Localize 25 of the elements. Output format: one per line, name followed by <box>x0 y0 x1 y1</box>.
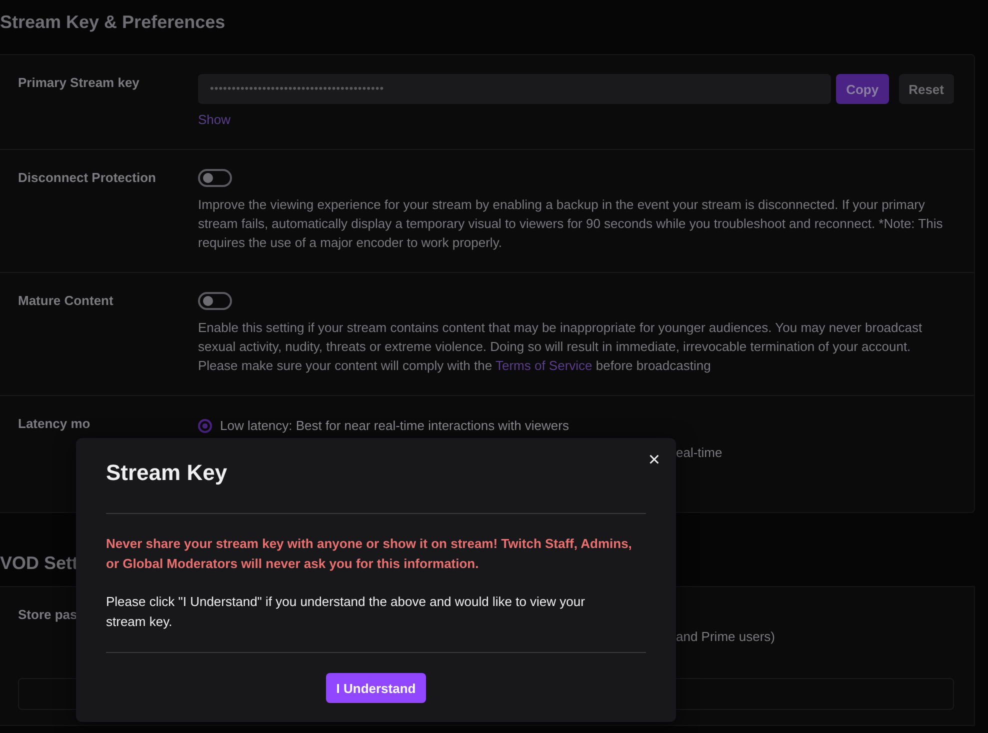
close-button[interactable]: × <box>646 450 662 470</box>
setting-label: Latency mo <box>18 416 90 431</box>
section-title: VOD Sett <box>0 553 78 573</box>
setting-description: and Prime users) <box>676 629 775 644</box>
setting-description: Improve the viewing experience for your stream by enabling a backup in the event your stream is disconnected. If your primary stream fails, automatically display a temporary visual to viewers for 90 seconds while you troubleshoot and reconnect. *Note: This requires the use of a major encoder to work properly. <box>198 196 944 252</box>
setting-label: Mature Content <box>18 293 114 308</box>
radio-label: Low latency: Best for near real-time interactions with viewers <box>220 417 569 435</box>
setting-label: Disconnect Protection <box>18 170 156 185</box>
warning-text: Never share your stream key with anyone or show it on stream! Twitch Staff, Admins, or Global Moderators will never ask you for this information. <box>106 535 633 573</box>
dialog-message: Please click "I Understand" if you understand the above and would like to view your stream key. <box>106 593 586 631</box>
setting-label: Primary Stream key <box>18 75 140 90</box>
radio-button[interactable] <box>198 418 212 432</box>
copy-button[interactable]: Copy <box>836 74 889 104</box>
setting-description: Enable this setting if your stream contains content that may be inappropriate for younger audiences. You may never broadcast sexual activity, nudity, threats or extreme violence. Doing so will result in immediate, irrevocable termination of your account. Please make sure your content will comply with the Terms of Service before broadcasting <box>198 319 924 375</box>
terms-link[interactable]: Terms of Service <box>495 358 592 373</box>
stream-key-field[interactable]: •••••••••••••••••••••••••••••••••••••••• <box>198 74 832 104</box>
option-text: eal-time <box>676 445 722 460</box>
dialog-title: Stream Key <box>106 460 228 485</box>
show-link[interactable]: Show <box>198 110 231 129</box>
setting-label: Store pas <box>18 607 78 622</box>
page-title: Stream Key & Preferences <box>0 12 226 32</box>
toggle-switch[interactable] <box>198 292 232 310</box>
understand-button[interactable]: I Understand <box>326 673 426 703</box>
toggle-switch[interactable] <box>198 169 232 187</box>
reset-button[interactable]: Reset <box>898 74 954 104</box>
